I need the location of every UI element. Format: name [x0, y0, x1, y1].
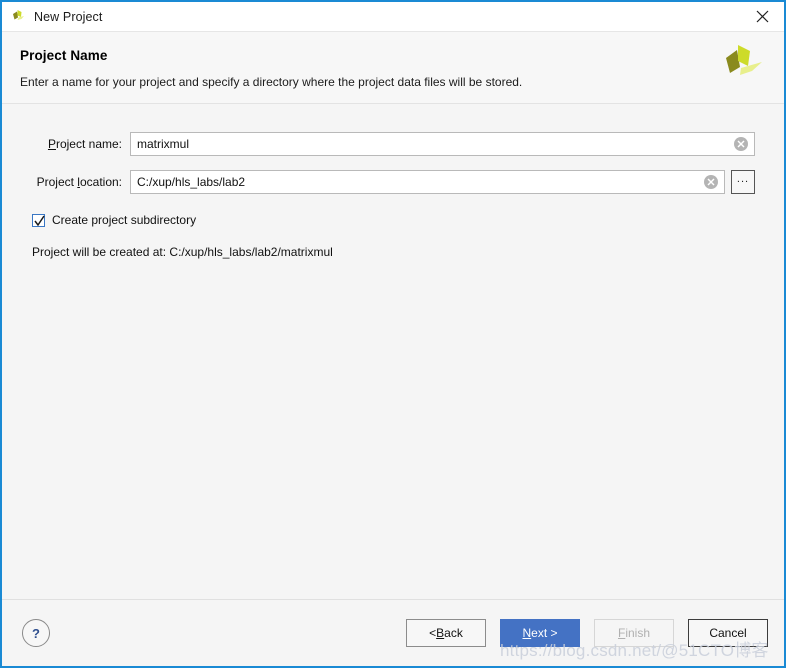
- dialog-header: Project Name Enter a name for your proje…: [2, 32, 784, 104]
- project-name-label: Project name:: [47, 137, 122, 151]
- finish-button[interactable]: Finish: [594, 619, 674, 647]
- page-subtitle: Enter a name for your project and specif…: [20, 75, 523, 89]
- project-name-input[interactable]: matrixmul: [130, 132, 755, 156]
- create-subdirectory-label: Create project subdirectory: [52, 213, 197, 227]
- window-title: New Project: [34, 9, 103, 24]
- project-location-input[interactable]: C:/xup/hls_labs/lab2: [130, 170, 725, 194]
- back-button[interactable]: < Back: [406, 619, 486, 647]
- page-title: Project Name: [20, 48, 108, 63]
- project-location-value: C:/xup/hls_labs/lab2: [137, 175, 246, 189]
- new-project-dialog: New Project Project Name Enter a name fo…: [0, 0, 786, 668]
- clear-circle-icon[interactable]: [733, 136, 749, 152]
- create-subdirectory-row: Create project subdirectory: [32, 213, 784, 227]
- close-icon[interactable]: [740, 2, 784, 30]
- cancel-button[interactable]: Cancel: [688, 619, 768, 647]
- project-location-label: Project location:: [36, 175, 122, 189]
- dialog-footer: ? < Back Next > Finish Cancel: [2, 599, 784, 666]
- browse-ellipsis-icon[interactable]: ...: [731, 170, 755, 194]
- xilinx-vivado-logo-icon: [718, 40, 766, 88]
- project-name-row: Project name: matrixmul: [2, 131, 784, 157]
- question-mark-icon[interactable]: ?: [22, 619, 50, 647]
- title-bar: New Project: [2, 2, 784, 32]
- clear-circle-icon[interactable]: [703, 174, 719, 190]
- create-subdirectory-checkbox[interactable]: [32, 213, 45, 227]
- project-name-value: matrixmul: [137, 137, 190, 151]
- next-button[interactable]: Next >: [500, 619, 580, 647]
- project-created-at-text: Project will be created at: C:/xup/hls_l…: [32, 245, 333, 259]
- project-location-row: Project location: C:/xup/hls_labs/lab2 .…: [2, 169, 784, 195]
- vivado-logo-icon: [10, 8, 28, 26]
- dialog-content: Project name: matrixmul Project location…: [2, 104, 784, 599]
- dialog-button-group: < Back Next > Finish Cancel: [406, 619, 768, 647]
